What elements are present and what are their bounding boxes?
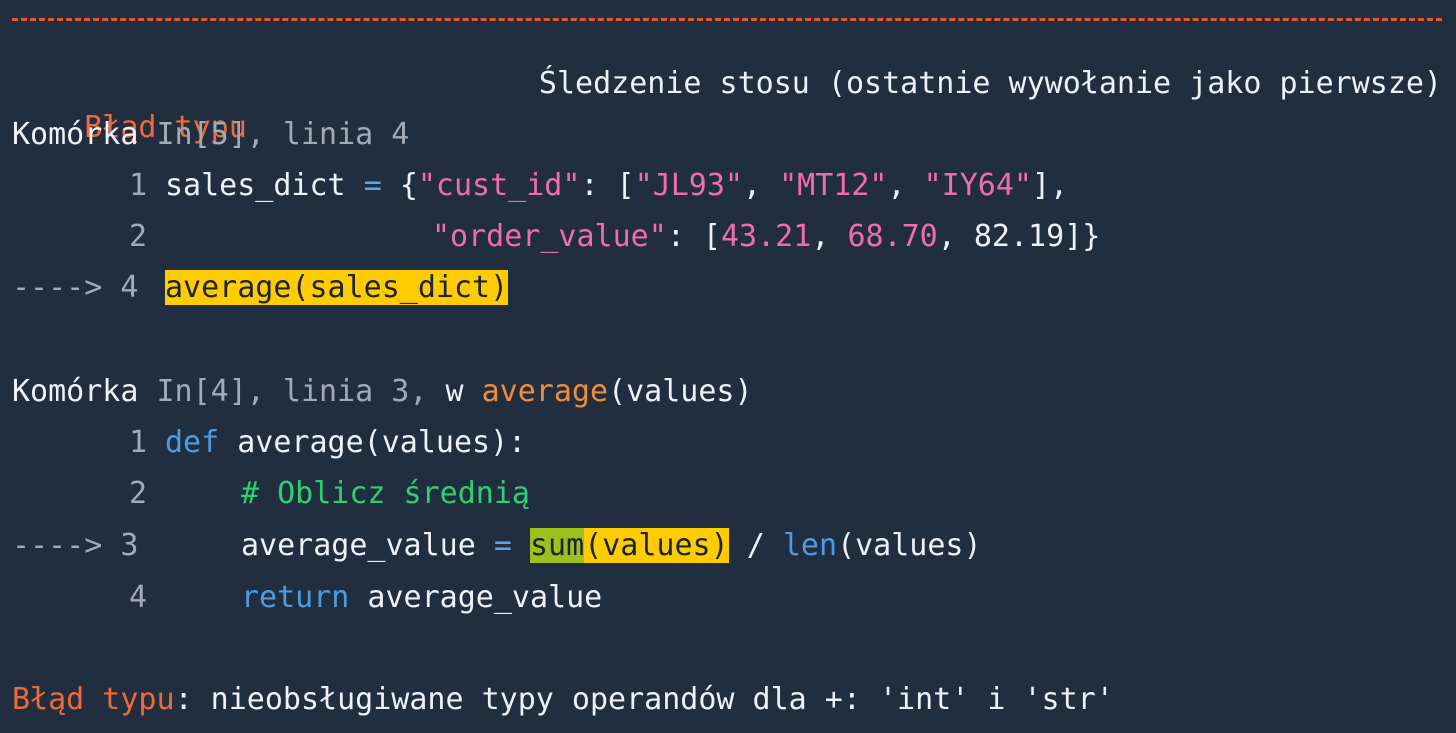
- string-token: "MT12": [779, 168, 888, 203]
- code-token: ]}: [1064, 219, 1101, 254]
- keyword-token: def: [165, 425, 220, 460]
- location-args: (values): [608, 374, 753, 409]
- code-token: : [: [580, 168, 635, 203]
- frame-location: Komórka In[4], linia 3, w average(values…: [12, 370, 753, 414]
- line-number: 4: [128, 580, 147, 615]
- code-token: ,: [811, 219, 848, 254]
- code-line: 1 def average(values):: [12, 421, 526, 465]
- current-line-marker: ----> 4: [12, 270, 139, 305]
- code-token: ,: [937, 219, 974, 254]
- location-prefix: Komórka: [12, 117, 139, 152]
- code-line: 2 # Oblicz średnią: [12, 472, 530, 516]
- code-token: average(values):: [219, 425, 527, 460]
- code-token: : [: [666, 219, 721, 254]
- code-line: 1 sales_dict = {"cust_id": ["JL93", "MT12…: [12, 164, 1068, 208]
- code-line-current: ----> 4 average(sales_dict): [12, 266, 509, 310]
- code-token: average_value: [349, 580, 603, 615]
- frame-location: Komórka In[5], linia 4: [12, 113, 409, 157]
- location-detail: In[4], linia 3,: [156, 374, 446, 409]
- code-token: {: [399, 168, 418, 203]
- error-message: : nieobsługiwane typy operandów dla +: '…: [174, 682, 1114, 717]
- highlighted-sum: sum: [530, 528, 585, 563]
- location-function: average: [481, 374, 609, 409]
- code-token: (values): [837, 528, 982, 563]
- code-line: 4 return average_value: [12, 576, 602, 620]
- code-token: ,: [887, 168, 924, 203]
- location-detail: In[5], linia 4: [156, 117, 410, 152]
- highlighted-call: average(sales_dict): [165, 270, 509, 305]
- line-number: 1: [128, 168, 147, 203]
- string-token: "JL93": [634, 168, 743, 203]
- number-token: 68.70: [847, 219, 938, 254]
- line-number: 1: [128, 425, 147, 460]
- line-number: 2: [128, 219, 147, 254]
- error-message-line: Błąd typu: nieobsługiwane typy operandów…: [12, 678, 1114, 722]
- highlighted-args: (values): [584, 528, 729, 563]
- current-line-marker: ----> 3: [12, 528, 139, 563]
- string-token: "IY64": [923, 168, 1032, 203]
- code-token: =: [475, 528, 530, 563]
- builtin-token: len: [782, 528, 838, 563]
- error-header-type: Błąd typu: [12, 62, 247, 145]
- code-token: ],: [1032, 168, 1069, 203]
- string-token: "cust_id": [417, 168, 581, 203]
- string-token: "order_value": [432, 219, 667, 254]
- traceback-output: Błąd typu Śledzenie stosu (ostatnie wywo…: [0, 0, 1456, 733]
- code-line: 2 "order_value": [43.21, 68.70, 82.19]}: [12, 215, 1100, 259]
- location-prefix: Komórka: [12, 374, 139, 409]
- keyword-token: return: [241, 580, 350, 615]
- code-token: ,: [743, 168, 780, 203]
- error-type-label: Błąd typu: [12, 682, 175, 717]
- separator-line: [12, 18, 1442, 21]
- code-token: sales_dict: [165, 168, 346, 203]
- location-in: w: [445, 374, 482, 409]
- traceback-title: Śledzenie stosu (ostatnie wywołanie jako…: [538, 66, 1442, 101]
- number-token: 43.21: [721, 219, 812, 254]
- code-token: =: [363, 168, 382, 203]
- code-token: average_value: [241, 528, 476, 563]
- code-line-current: ----> 3 average_value = sum(values) / len…: [12, 524, 982, 568]
- number-token: 82.19: [973, 219, 1065, 254]
- line-number: 2: [128, 476, 147, 511]
- comment-token: # Oblicz średnią: [241, 476, 530, 511]
- code-token: /: [728, 528, 783, 563]
